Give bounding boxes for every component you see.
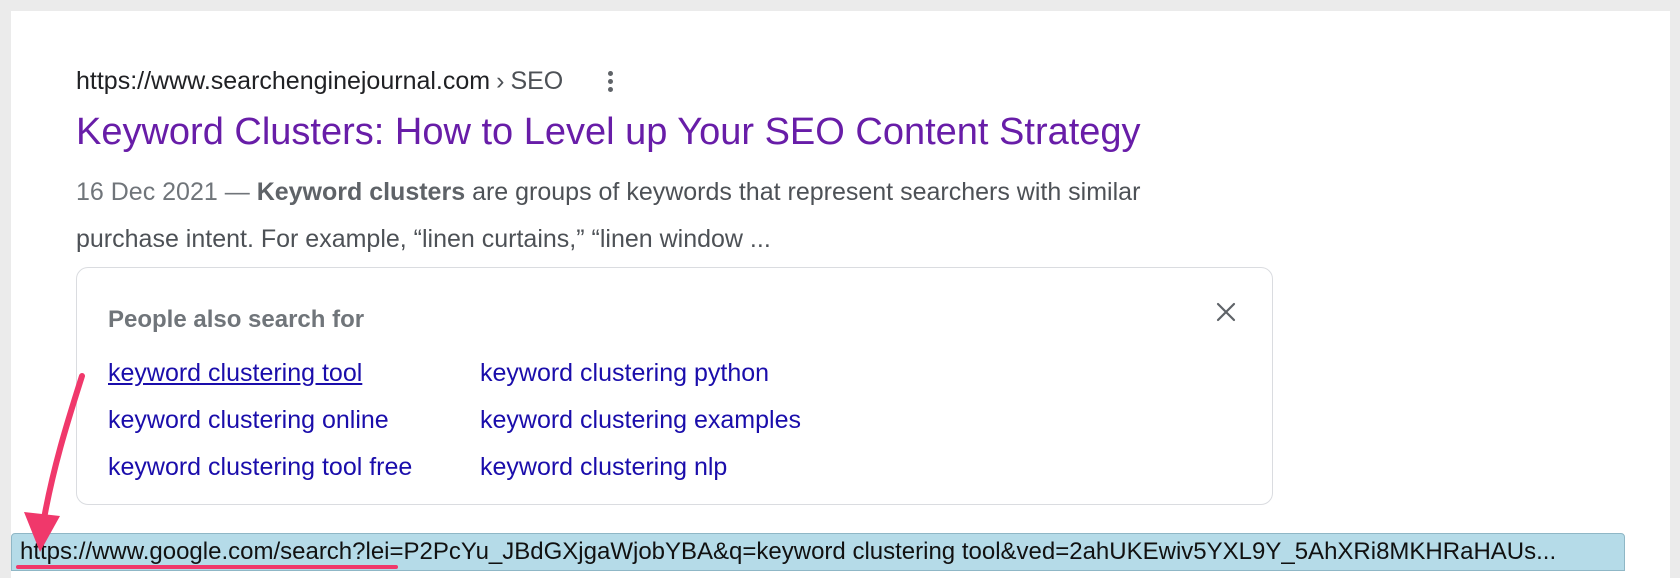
result-url[interactable]: https://www.searchenginejournal.com	[76, 67, 490, 96]
breadcrumb-separator: ›	[496, 67, 505, 95]
related-searches-grid: keyword clustering tool keyword clusteri…	[108, 356, 880, 485]
snippet-bold: Keyword clusters	[256, 178, 466, 206]
people-also-search-box: People also search for keyword clusterin…	[76, 267, 1273, 505]
result-date: 16 Dec 2021	[76, 178, 218, 206]
result-snippet: 16 Dec 2021 — Keyword clusters are group…	[76, 169, 1276, 263]
related-search-link[interactable]: keyword clustering nlp	[480, 450, 880, 485]
annotation-underline	[16, 565, 398, 569]
breadcrumb: SEO	[510, 67, 564, 95]
related-search-link[interactable]: keyword clustering tool free	[108, 450, 480, 485]
related-search-link[interactable]: keyword clustering tool	[108, 356, 480, 391]
date-dash: —	[224, 178, 250, 206]
result-url-line[interactable]: https://www.searchenginejournal.com › SE…	[76, 67, 617, 96]
related-search-link[interactable]: keyword clustering online	[108, 403, 480, 438]
more-vert-icon[interactable]	[603, 71, 617, 92]
people-also-search-title: People also search for	[108, 306, 365, 333]
close-icon[interactable]	[1214, 300, 1238, 324]
related-search-link[interactable]: keyword clustering examples	[480, 403, 880, 438]
snippet-line2-text: purchase intent. For example, “linen cur…	[76, 225, 771, 253]
search-results-page: https://www.searchenginejournal.com › SE…	[11, 11, 1670, 578]
result-title-link[interactable]: Keyword Clusters: How to Level up Your S…	[76, 111, 1141, 154]
related-search-link[interactable]: keyword clustering python	[480, 356, 880, 391]
snippet-line1-text: are groups of keywords that represent se…	[472, 178, 1141, 206]
